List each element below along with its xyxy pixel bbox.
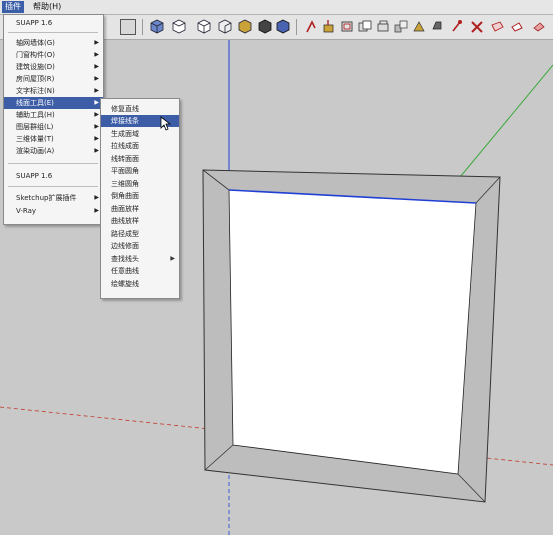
menu-item-layers-groups[interactable]: 图层群组(L) ▶ bbox=[4, 121, 103, 133]
submenu-item[interactable]: 查找线头 ▶ bbox=[101, 253, 179, 265]
submenu-item[interactable]: 平面圆角 bbox=[101, 165, 179, 177]
follow-me-icon[interactable] bbox=[304, 19, 318, 34]
submenu-item[interactable]: 边线修面 bbox=[101, 240, 179, 252]
submenu-item[interactable]: 修复直线 bbox=[101, 103, 179, 115]
menu-item-helper-tools[interactable]: 辅助工具(H) ▶ bbox=[4, 109, 103, 121]
tape-icon[interactable] bbox=[412, 19, 426, 34]
submenu-item[interactable]: 曲线放样 bbox=[101, 215, 179, 227]
protractor-icon[interactable] bbox=[430, 19, 444, 34]
menu-item-render-animation[interactable]: 渲染动画(A) ▶ bbox=[4, 145, 103, 157]
section-plane-icon[interactable] bbox=[490, 19, 504, 34]
scale-icon[interactable] bbox=[394, 19, 408, 34]
back-view-icon[interactable] bbox=[238, 19, 252, 34]
window-icon[interactable] bbox=[120, 19, 136, 35]
top-view-icon[interactable] bbox=[172, 19, 186, 34]
menu-separator bbox=[8, 186, 98, 187]
menu-separator bbox=[8, 32, 98, 33]
submenu-item[interactable]: 三维圆角 bbox=[101, 178, 179, 190]
front-view-icon[interactable] bbox=[197, 19, 211, 34]
plugins-menu: SUAPP 1.6 轴网墙体(G) ▶ 门窗构件(O) ▶ 建筑设施(D) ▶ 房间屋… bbox=[3, 14, 104, 225]
menu-footer-label: SUAPP 1.6 bbox=[16, 172, 53, 180]
menu-separator bbox=[8, 163, 98, 164]
mouse-cursor-icon bbox=[160, 116, 172, 131]
toolbar-separator bbox=[296, 19, 297, 35]
push-pull-icon[interactable] bbox=[322, 19, 336, 34]
submenu-item[interactable]: 曲面放样 bbox=[101, 203, 179, 215]
menu-item-doors-windows[interactable]: 门窗构件(O) ▶ bbox=[4, 49, 103, 61]
menu-item-building-facilities[interactable]: 建筑设施(D) ▶ bbox=[4, 61, 103, 73]
left-view-icon[interactable] bbox=[258, 19, 272, 34]
menu-bar: 插件 帮助(H) bbox=[0, 0, 553, 15]
menu-item-room-roof[interactable]: 房间屋顶(R) ▶ bbox=[4, 73, 103, 85]
menu-item-sketchup-extensions[interactable]: Sketchup扩展插件 ▶ bbox=[4, 192, 103, 204]
menu-plugins[interactable]: 插件 bbox=[2, 1, 24, 13]
right-view-icon[interactable] bbox=[218, 19, 232, 34]
menu-header: SUAPP 1.6 bbox=[16, 19, 53, 27]
submenu-item[interactable]: 路径成型 bbox=[101, 228, 179, 240]
submenu-item[interactable]: 线转面面 bbox=[101, 153, 179, 165]
submenu-item[interactable]: 倒角曲面 bbox=[101, 190, 179, 202]
menu-item-text-annotation[interactable]: 文字标注(N) ▶ bbox=[4, 85, 103, 97]
toolbar-separator bbox=[142, 19, 143, 35]
menu-help[interactable]: 帮助(H) bbox=[30, 1, 64, 13]
dimension-icon[interactable] bbox=[450, 19, 464, 34]
xray-icon[interactable] bbox=[276, 19, 290, 34]
paint-icon[interactable] bbox=[510, 19, 524, 34]
submenu-item[interactable]: 任意曲线 bbox=[101, 265, 179, 277]
submenu-item[interactable]: 拉线成面 bbox=[101, 140, 179, 152]
menu-item-line-tools[interactable]: 线面工具(E) ▶ bbox=[4, 97, 103, 109]
eraser-icon[interactable] bbox=[532, 19, 546, 34]
window-pane[interactable] bbox=[228, 189, 477, 475]
menu-item-vray[interactable]: V-Ray ▶ bbox=[4, 205, 103, 217]
submenu-item[interactable]: 绘螺旋线 bbox=[101, 278, 179, 290]
iso-view-icon[interactable] bbox=[150, 19, 164, 34]
move-icon[interactable] bbox=[358, 19, 372, 34]
offset-icon[interactable] bbox=[340, 19, 354, 34]
menu-item-3d-mass[interactable]: 三维体量(T) ▶ bbox=[4, 133, 103, 145]
rotate-icon[interactable] bbox=[376, 19, 390, 34]
text-icon[interactable] bbox=[470, 19, 484, 34]
menu-item-axis-walls[interactable]: 轴网墙体(G) ▶ bbox=[4, 37, 103, 49]
